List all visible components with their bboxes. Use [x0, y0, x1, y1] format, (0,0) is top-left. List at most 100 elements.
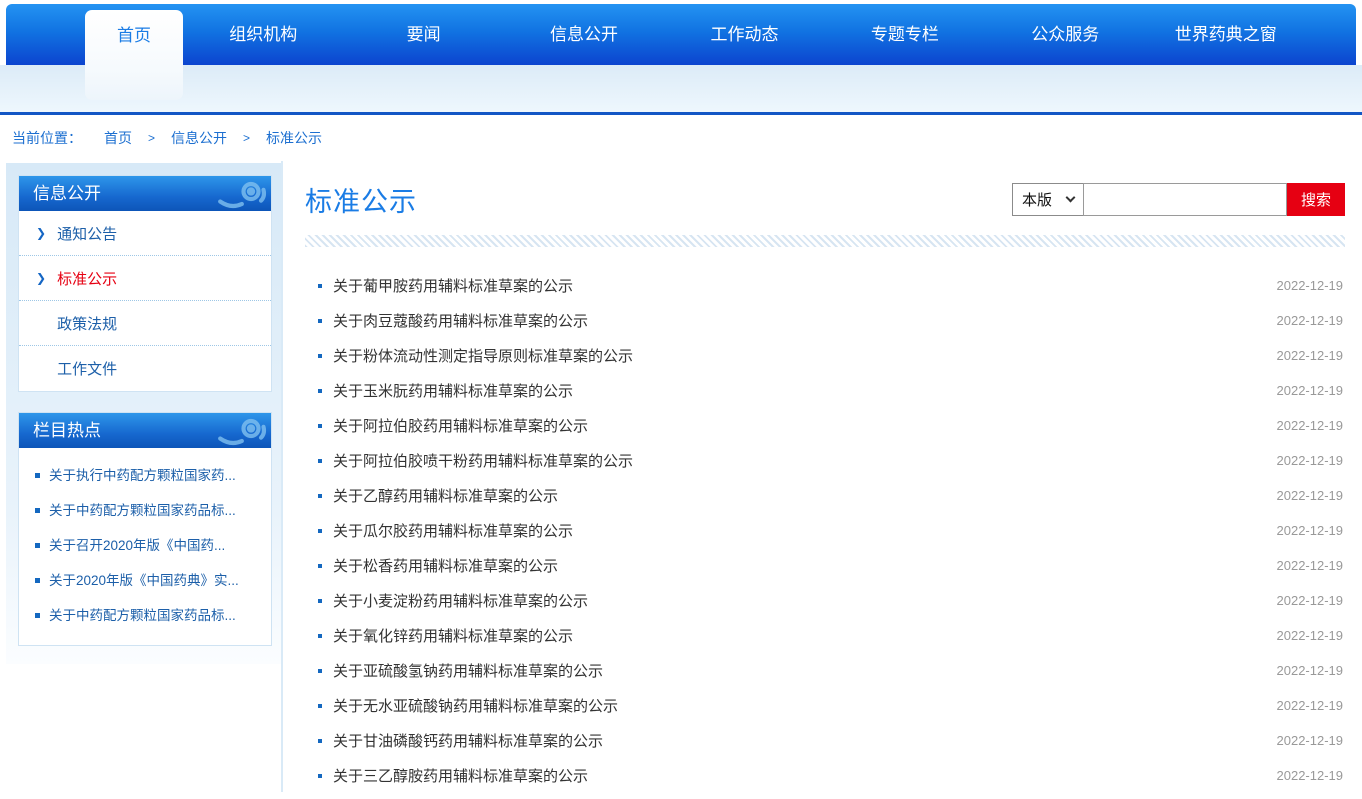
announcement-date: 2022-12-19 — [1277, 733, 1344, 748]
announcement-date: 2022-12-19 — [1277, 383, 1344, 398]
hot-list-item[interactable]: 关于中药配方颗粒国家药品标... — [35, 598, 259, 633]
announcement-row: 关于三乙醇胺药用辅料标准草案的公示 2022-12-19 — [305, 758, 1345, 792]
announcement-link[interactable]: 关于粉体流动性测定指导原则标准草案的公示 — [333, 345, 1277, 366]
sidebar-info-header: 信息公开 — [19, 176, 271, 211]
bullet-square-icon — [318, 564, 322, 568]
sidebar-hot-section: 栏目热点 — [18, 412, 272, 646]
bullet-square-icon — [318, 494, 322, 498]
breadcrumb-item-current[interactable]: 标准公示 — [266, 128, 322, 148]
announcement-row: 关于氧化锌药用辅料标准草案的公示 2022-12-19 — [305, 618, 1345, 653]
announcement-date: 2022-12-19 — [1277, 453, 1344, 468]
chevron-right-icon: ❯ — [36, 271, 46, 285]
bullet-square-icon — [35, 543, 40, 548]
nav-tab-label: 专题专栏 — [871, 25, 939, 44]
announcement-date: 2022-12-19 — [1277, 313, 1344, 328]
breadcrumb-item-info[interactable]: 信息公开 — [171, 128, 227, 148]
hot-list-item[interactable]: 关于召开2020年版《中国药... — [35, 528, 259, 563]
sidebar-item[interactable]: ❯ 工作文件 — [19, 346, 271, 391]
bullet-square-icon — [318, 284, 322, 288]
nav-tab[interactable]: 首页 — [85, 10, 183, 100]
announcement-date: 2022-12-19 — [1277, 523, 1344, 538]
bullet-square-icon — [318, 774, 322, 778]
announcement-link[interactable]: 关于小麦淀粉药用辅料标准草案的公示 — [333, 590, 1277, 611]
sidebar-item-label: 政策法规 — [57, 313, 117, 334]
main-header: 标准公示 本版 搜索 — [305, 177, 1345, 221]
bullet-square-icon — [318, 704, 322, 708]
bullet-square-icon — [318, 634, 322, 638]
nav-tab[interactable]: 专题专栏 — [825, 4, 985, 65]
bullet-square-icon — [35, 473, 40, 478]
announcement-link[interactable]: 关于无水亚硫酸钠药用辅料标准草案的公示 — [333, 695, 1277, 716]
announcement-list: 关于葡甲胺药用辅料标准草案的公示 2022-12-19 关于肉豆蔻酸药用辅料标准… — [305, 268, 1345, 792]
sidebar-item[interactable]: ❯ 通知公告 — [19, 211, 271, 256]
announcement-date: 2022-12-19 — [1277, 418, 1344, 433]
nav-tab[interactable]: 公众服务 — [985, 4, 1145, 65]
announcement-date: 2022-12-19 — [1277, 628, 1344, 643]
hot-item-label: 关于召开2020年版《中国药... — [49, 535, 225, 556]
announcement-link[interactable]: 关于阿拉伯胶药用辅料标准草案的公示 — [333, 415, 1277, 436]
announcement-row: 关于肉豆蔻酸药用辅料标准草案的公示 2022-12-19 — [305, 303, 1345, 338]
hot-list: 关于执行中药配方颗粒国家药... 关于中药配方颗粒国家药品标... 关于召开20… — [19, 448, 271, 645]
announcement-link[interactable]: 关于亚硫酸氢钠药用辅料标准草案的公示 — [333, 660, 1277, 681]
announcement-link[interactable]: 关于葡甲胺药用辅料标准草案的公示 — [333, 275, 1277, 296]
announcement-link[interactable]: 关于玉米朊药用辅料标准草案的公示 — [333, 380, 1277, 401]
announcement-date: 2022-12-19 — [1277, 348, 1344, 363]
hot-list-item[interactable]: 关于中药配方颗粒国家药品标... — [35, 493, 259, 528]
bullet-square-icon — [35, 578, 40, 583]
announcement-link[interactable]: 关于三乙醇胺药用辅料标准草案的公示 — [333, 765, 1277, 786]
announcement-date: 2022-12-19 — [1277, 768, 1344, 783]
bullet-square-icon — [35, 508, 40, 513]
hot-item-label: 关于2020年版《中国药典》实... — [49, 570, 239, 591]
bullet-square-icon — [35, 613, 40, 618]
announcement-row: 关于瓜尔胶药用辅料标准草案的公示 2022-12-19 — [305, 513, 1345, 548]
hot-list-item[interactable]: 关于执行中药配方颗粒国家药... — [35, 458, 259, 493]
announcement-link[interactable]: 关于乙醇药用辅料标准草案的公示 — [333, 485, 1277, 506]
nav-tab[interactable]: 信息公开 — [504, 4, 664, 65]
announcement-link[interactable]: 关于氧化锌药用辅料标准草案的公示 — [333, 625, 1277, 646]
sidebar-info-title: 信息公开 — [33, 184, 101, 203]
bullet-square-icon — [318, 459, 322, 463]
nav-tab[interactable]: 组织机构 — [183, 4, 343, 65]
announcement-row: 关于松香药用辅料标准草案的公示 2022-12-19 — [305, 548, 1345, 583]
nav-tab-label: 世界药典之窗 — [1175, 25, 1277, 44]
search-scope-select[interactable]: 本版 — [1012, 183, 1084, 216]
bullet-square-icon — [318, 354, 322, 358]
sidebar-item[interactable]: ❯ 标准公示 — [19, 256, 271, 301]
hot-item-label: 关于中药配方颗粒国家药品标... — [49, 500, 236, 521]
announcement-row: 关于亚硫酸氢钠药用辅料标准草案的公示 2022-12-19 — [305, 653, 1345, 688]
announcement-row: 关于甘油磷酸钙药用辅料标准草案的公示 2022-12-19 — [305, 723, 1345, 758]
breadcrumb: 当前位置： 首页 > 信息公开 > 标准公示 — [0, 115, 1362, 161]
cloud-decoration-icon — [213, 179, 269, 209]
page: 首页 组织机构 要闻 信息公开 工作动态 专题专栏 公众服务 — [0, 4, 1362, 792]
nav-tab[interactable]: 工作动态 — [664, 4, 824, 65]
cloud-decoration-icon — [213, 416, 269, 446]
announcement-date: 2022-12-19 — [1277, 698, 1344, 713]
nav-tab-label: 信息公开 — [550, 25, 618, 44]
bullet-square-icon — [318, 389, 322, 393]
search-button[interactable]: 搜索 — [1287, 183, 1345, 216]
announcement-link[interactable]: 关于松香药用辅料标准草案的公示 — [333, 555, 1277, 576]
announcement-date: 2022-12-19 — [1277, 488, 1344, 503]
page-title: 标准公示 — [305, 180, 417, 219]
breadcrumb-item-home[interactable]: 首页 — [104, 128, 132, 148]
search-scope-value: 本版 — [1022, 189, 1052, 210]
nav-tab[interactable]: 世界药典之窗 — [1146, 4, 1306, 65]
bullet-square-icon — [318, 739, 322, 743]
announcement-link[interactable]: 关于瓜尔胶药用辅料标准草案的公示 — [333, 520, 1277, 541]
announcement-link[interactable]: 关于肉豆蔻酸药用辅料标准草案的公示 — [333, 310, 1277, 331]
sidebar-panel: 信息公开 ❯ 通知公告 — [6, 163, 281, 664]
breadcrumb-separator: > — [243, 131, 250, 145]
announcement-date: 2022-12-19 — [1277, 663, 1344, 678]
search-input[interactable] — [1083, 183, 1287, 216]
announcement-link[interactable]: 关于甘油磷酸钙药用辅料标准草案的公示 — [333, 730, 1277, 751]
top-navigation: 首页 组织机构 要闻 信息公开 工作动态 专题专栏 公众服务 — [6, 4, 1356, 65]
announcement-link[interactable]: 关于阿拉伯胶喷干粉药用辅料标准草案的公示 — [333, 450, 1277, 471]
sidebar-item[interactable]: ❯ 政策法规 — [19, 301, 271, 346]
bullet-square-icon — [318, 529, 322, 533]
announcement-row: 关于葡甲胺药用辅料标准草案的公示 2022-12-19 — [305, 268, 1345, 303]
announcement-row: 关于乙醇药用辅料标准草案的公示 2022-12-19 — [305, 478, 1345, 513]
hot-list-item[interactable]: 关于2020年版《中国药典》实... — [35, 563, 259, 598]
announcement-row: 关于阿拉伯胶药用辅料标准草案的公示 2022-12-19 — [305, 408, 1345, 443]
nav-tab[interactable]: 要闻 — [343, 4, 503, 65]
sidebar: 信息公开 ❯ 通知公告 — [0, 161, 283, 792]
